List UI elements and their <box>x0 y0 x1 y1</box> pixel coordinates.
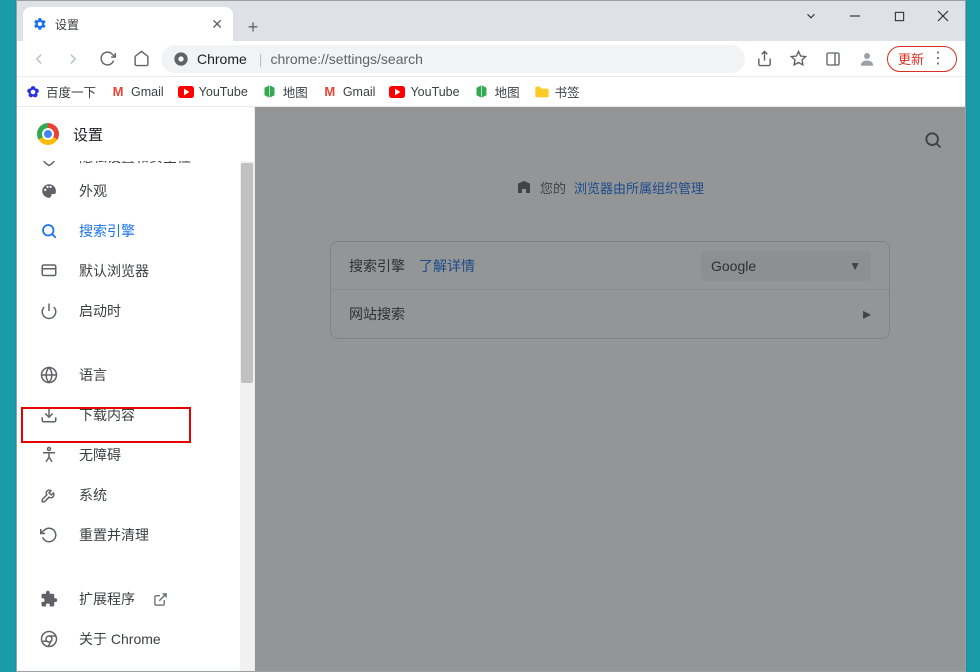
annotation-box <box>21 407 191 443</box>
minimize-button[interactable] <box>833 1 877 31</box>
tab-search-button[interactable] <box>789 1 833 31</box>
sidebar-scrollbar[interactable] <box>240 161 254 671</box>
bookmark-youtube[interactable]: YouTube <box>178 84 248 100</box>
browser-icon <box>39 262 59 280</box>
bookmark-label: 地图 <box>495 82 520 101</box>
external-link-icon <box>153 592 168 607</box>
sidebar-item-label-ext: 扩展程序 <box>79 589 168 609</box>
chrome-outline-icon <box>39 630 59 648</box>
profile-button[interactable] <box>853 45 881 73</box>
shield-icon <box>39 161 59 167</box>
bookmark-icon <box>534 84 550 100</box>
palette-icon <box>39 182 59 200</box>
bookmark-gmail[interactable]: M Gmail <box>110 84 164 100</box>
sidebar-item-label: 语言 <box>79 365 107 385</box>
sidebar-item-search-engine[interactable]: 搜索引擎 <box>17 211 254 251</box>
bookmark-gmail2[interactable]: M Gmail <box>322 84 376 100</box>
bookmark-maps[interactable]: 地图 <box>262 82 308 101</box>
side-panel-button[interactable] <box>819 45 847 73</box>
sidebar-header: 设置 <box>17 107 254 161</box>
reload-button[interactable] <box>93 45 121 73</box>
bookmark-star-button[interactable] <box>785 45 813 73</box>
sidebar-item-label: 启动时 <box>79 301 121 321</box>
omnibox-origin: Chrome <box>197 51 247 67</box>
sidebar-item-label: 无障碍 <box>79 445 121 465</box>
sidebar-scrollbar-thumb[interactable] <box>241 163 253 383</box>
wrench-icon <box>39 486 59 504</box>
sidebar-item-startup[interactable]: 启动时 <box>17 291 254 331</box>
sidebar-item-appearance[interactable]: 外观 <box>17 171 254 211</box>
update-button[interactable]: 更新 ⋮ <box>887 46 957 72</box>
bookmark-label: YouTube <box>410 85 459 99</box>
sidebar-item-label: 默认浏览器 <box>79 261 149 281</box>
sidebar-title: 设置 <box>73 124 103 145</box>
update-label: 更新 <box>898 49 924 68</box>
bookmark-label: 书签 <box>555 82 580 101</box>
sidebar-item-language[interactable]: 语言 <box>17 355 254 395</box>
close-window-button[interactable] <box>921 1 965 31</box>
bookmark-icon: M <box>322 84 338 100</box>
bookmark-label: 百度一下 <box>46 82 96 101</box>
address-bar[interactable]: Chrome | chrome://settings/search <box>161 45 745 73</box>
sidebar-item-label: 关于 Chrome <box>79 629 161 649</box>
omnibox-separator: | <box>259 51 263 67</box>
search-icon <box>39 222 59 240</box>
sidebar-item-extensions[interactable]: 扩展程序 <box>17 579 254 619</box>
home-button[interactable] <box>127 45 155 73</box>
power-icon <box>39 302 59 320</box>
bookmark-bookmarks-folder[interactable]: 书签 <box>534 82 580 101</box>
bookmark-icon: M <box>110 84 126 100</box>
sidebar-item-label: 重置并清理 <box>79 525 149 545</box>
chrome-logo-icon <box>37 123 59 145</box>
bookmark-icon <box>474 84 490 100</box>
bookmark-label: Gmail <box>343 85 376 99</box>
bookmark-icon <box>262 84 278 100</box>
back-button[interactable] <box>25 45 53 73</box>
bookmark-icon: ✿ <box>25 84 41 100</box>
bookmark-icon <box>389 84 405 100</box>
new-tab-button[interactable]: + <box>239 13 267 41</box>
sidebar-item-reset[interactable]: 重置并清理 <box>17 515 254 555</box>
sidebar-item-label: 搜索引擎 <box>79 221 135 241</box>
sidebar-item-default-browser[interactable]: 默认浏览器 <box>17 251 254 291</box>
sidebar-item-about[interactable]: 关于 Chrome <box>17 619 254 659</box>
close-tab-icon[interactable]: ✕ <box>211 16 223 33</box>
tab-title: 设置 <box>55 16 211 33</box>
chrome-icon <box>173 51 189 67</box>
sidebar-item-label: 系统 <box>79 485 107 505</box>
restore-icon <box>39 526 59 544</box>
globe-icon <box>39 366 59 384</box>
overlay-scrim[interactable] <box>255 107 965 671</box>
share-button[interactable] <box>751 45 779 73</box>
puzzle-icon <box>39 590 59 608</box>
menu-dots-icon[interactable]: ⋮ <box>930 51 946 67</box>
maximize-button[interactable] <box>877 1 921 31</box>
bookmark-youtube2[interactable]: YouTube <box>389 84 459 100</box>
gear-icon <box>33 17 47 31</box>
accessibility-icon <box>39 446 59 464</box>
bookmark-label: Gmail <box>131 85 164 99</box>
settings-main: 您的 浏览器由所属组织管理 搜索引擎 了解详情 Google ▼ <box>255 107 965 671</box>
browser-tab[interactable]: 设置 ✕ <box>23 7 233 41</box>
omnibox-url: chrome://settings/search <box>270 51 423 67</box>
sidebar-item-label: 隐私设置和安全性 <box>79 161 191 167</box>
bookmark-maps2[interactable]: 地图 <box>474 82 520 101</box>
sidebar-item-privacy[interactable]: 隐私设置和安全性 <box>17 161 254 171</box>
bookmark-label: YouTube <box>199 85 248 99</box>
forward-button[interactable] <box>59 45 87 73</box>
bookmark-baidu[interactable]: ✿ 百度一下 <box>25 82 96 101</box>
bookmark-label: 地图 <box>283 82 308 101</box>
sidebar-item-system[interactable]: 系统 <box>17 475 254 515</box>
sidebar-item-label: 外观 <box>79 181 107 201</box>
bookmark-icon <box>178 84 194 100</box>
settings-sidebar: 设置 隐私设置和安全性 外观 搜索引擎 默认浏览器 <box>17 107 255 671</box>
bookmarks-bar: ✿ 百度一下 M Gmail YouTube 地图 M Gmail YouTube 地图 书签 <box>17 77 965 107</box>
